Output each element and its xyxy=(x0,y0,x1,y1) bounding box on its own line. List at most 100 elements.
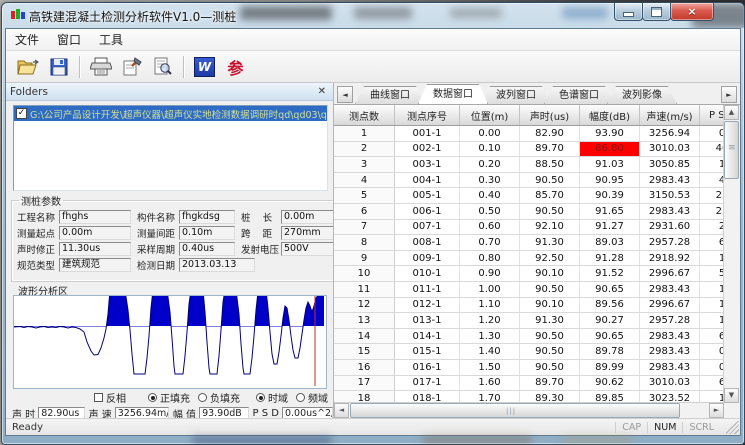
table-row-11[interactable]: 11011-11.0090.5090.652983.431.60 xyxy=(334,281,724,297)
table-cell[interactable]: 11 xyxy=(334,281,395,297)
table-row-6[interactable]: 6006-10.5090.5091.652983.43230.4 xyxy=(334,203,724,219)
table-cell[interactable]: 25.6 xyxy=(700,219,725,235)
title-bar[interactable]: 高铁建混凝土检测分析软件V1.0—测桩 × xyxy=(2,3,744,28)
table-cell[interactable]: 90.10 xyxy=(520,297,580,313)
table-cell[interactable]: 88.50 xyxy=(520,157,580,173)
table-cell[interactable]: 1.40 xyxy=(460,344,520,360)
table-cell[interactable]: 012-1 xyxy=(395,297,460,313)
column-header-3[interactable]: 声时(us) xyxy=(520,105,580,126)
table-cell[interactable]: 0.00 xyxy=(700,359,725,375)
table-cell[interactable]: 017-1 xyxy=(395,375,460,391)
table-cell[interactable]: 1.20 xyxy=(460,313,520,329)
table-cell[interactable]: 3010.03 xyxy=(640,141,700,157)
preview-button[interactable] xyxy=(149,54,176,79)
table-cell[interactable]: 2983.43 xyxy=(640,203,700,219)
table-cell[interactable]: 8 xyxy=(334,235,395,251)
column-header-6[interactable]: P S D(us xyxy=(700,105,725,126)
table-cell[interactable]: 91.03 xyxy=(580,157,640,173)
table-cell[interactable]: 91.52 xyxy=(580,266,640,282)
table-cell[interactable]: 2996.67 xyxy=(640,297,700,313)
table-cell[interactable]: 91.27 xyxy=(580,219,640,235)
scroll-right-icon[interactable]: ► xyxy=(709,403,724,418)
table-row-10[interactable]: 10010-10.9090.1091.522996.6757.6 xyxy=(334,266,724,282)
table-cell[interactable]: 6.40 xyxy=(700,235,725,251)
table-cell[interactable]: 13 xyxy=(334,313,395,329)
table-cell[interactable]: 10 xyxy=(334,266,395,282)
table-cell[interactable]: 0.00 xyxy=(460,126,520,142)
open-file-button[interactable] xyxy=(14,54,41,79)
table-cell[interactable]: 0.60 xyxy=(460,219,520,235)
param-field[interactable]: 0.40us xyxy=(179,242,235,256)
table-cell[interactable]: 2918.92 xyxy=(640,250,700,266)
table-cell[interactable]: 93.90 xyxy=(580,126,640,142)
table-cell[interactable]: 1.10 xyxy=(460,297,520,313)
print-button[interactable] xyxy=(87,54,114,79)
column-header-5[interactable]: 声速(m/s) xyxy=(640,105,700,126)
freq-domain-radio[interactable]: 频域 xyxy=(296,390,328,405)
param-field[interactable]: 11.30us xyxy=(59,242,131,256)
file-list[interactable]: ✓ G:\公司产品设计开发\超声仪器\超声仪实地检测数据调研时qd\qd03\q… xyxy=(13,105,328,191)
table-cell[interactable]: 1.00 xyxy=(460,281,520,297)
column-header-1[interactable]: 测点序号 xyxy=(395,105,460,126)
scroll-down-icon[interactable]: ▼ xyxy=(724,388,739,403)
table-cell[interactable]: 230.4 xyxy=(700,188,725,204)
table-cell[interactable]: 0.80 xyxy=(460,250,520,266)
table-cell[interactable]: 2931.60 xyxy=(640,219,700,235)
horizontal-scroll-thumb[interactable] xyxy=(350,403,680,418)
table-row-12[interactable]: 12012-11.1090.1089.562996.671.60 xyxy=(334,297,724,313)
table-cell[interactable]: 90.65 xyxy=(580,281,640,297)
tab-scroll-right-icon[interactable]: ► xyxy=(721,86,737,103)
tab-4[interactable]: 波列影像 xyxy=(607,86,677,104)
menu-tools[interactable]: 工具 xyxy=(90,29,132,50)
table-cell[interactable]: 14.4 xyxy=(700,313,725,329)
table-cell[interactable]: 90.62 xyxy=(580,375,640,391)
table-cell[interactable]: 014-1 xyxy=(395,328,460,344)
table-cell[interactable]: 90.27 xyxy=(580,313,640,329)
table-cell[interactable]: 0.70 xyxy=(460,235,520,251)
table-cell[interactable]: 2983.43 xyxy=(640,328,700,344)
table-row-16[interactable]: 16016-11.5090.5089.992983.430.00 xyxy=(334,359,724,375)
table-cell[interactable]: 0.50 xyxy=(460,203,520,219)
table-cell[interactable]: 82.90 xyxy=(520,126,580,142)
table-cell[interactable]: 2957.28 xyxy=(640,313,700,329)
table-cell[interactable]: 14.4 xyxy=(700,250,725,266)
table-cell[interactable]: 0.10 xyxy=(460,141,520,157)
horizontal-scrollbar[interactable]: ◄ ► xyxy=(334,402,724,419)
table-cell[interactable]: 90.10 xyxy=(520,266,580,282)
table-cell[interactable]: 6.40 xyxy=(700,375,725,391)
time-domain-radio[interactable]: 时域 xyxy=(256,390,288,405)
table-cell[interactable]: 008-1 xyxy=(395,235,460,251)
table-cell[interactable]: 16 xyxy=(334,359,395,375)
table-cell[interactable]: 462.4 xyxy=(700,141,725,157)
table-cell[interactable]: 89.03 xyxy=(580,235,640,251)
table-cell[interactable]: 2983.43 xyxy=(640,172,700,188)
table-cell[interactable]: 2983.43 xyxy=(640,359,700,375)
table-cell[interactable]: 90.50 xyxy=(520,281,580,297)
table-row-2[interactable]: 2002-10.1089.7086.803010.03462.4 xyxy=(334,141,724,157)
table-cell[interactable]: 57.6 xyxy=(700,266,725,282)
table-cell[interactable]: 90.39 xyxy=(580,188,640,204)
param-field[interactable]: 0.00m xyxy=(281,210,334,224)
table-cell[interactable]: 013-1 xyxy=(395,313,460,329)
column-header-4[interactable]: 幅度(dB) xyxy=(580,105,640,126)
param-field[interactable]: 270mm xyxy=(281,226,334,240)
table-cell[interactable]: 003-1 xyxy=(395,157,460,173)
table-cell[interactable]: 91.65 xyxy=(580,203,640,219)
table-cell[interactable]: 6 xyxy=(334,203,395,219)
table-cell[interactable]: 17 xyxy=(334,375,395,391)
table-cell[interactable]: 007-1 xyxy=(395,219,460,235)
table-cell[interactable]: 91.30 xyxy=(520,235,580,251)
table-cell[interactable]: 90.50 xyxy=(520,172,580,188)
table-row-17[interactable]: 17017-11.6089.7090.623010.036.40 xyxy=(334,375,724,391)
table-cell[interactable]: 0.30 xyxy=(460,172,520,188)
tab-1[interactable]: 数据窗口 xyxy=(418,84,488,104)
param-field[interactable]: 500V xyxy=(281,242,334,256)
param-field[interactable]: 0.10m xyxy=(179,226,235,240)
table-cell[interactable]: 006-1 xyxy=(395,203,460,219)
waveform-plot[interactable] xyxy=(13,295,327,389)
tab-2[interactable]: 波列窗口 xyxy=(481,86,551,104)
table-cell[interactable]: 1.60 xyxy=(700,297,725,313)
table-cell[interactable]: 0.00 xyxy=(700,344,725,360)
table-cell[interactable]: 015-1 xyxy=(395,344,460,360)
table-cell[interactable]: 004-1 xyxy=(395,172,460,188)
